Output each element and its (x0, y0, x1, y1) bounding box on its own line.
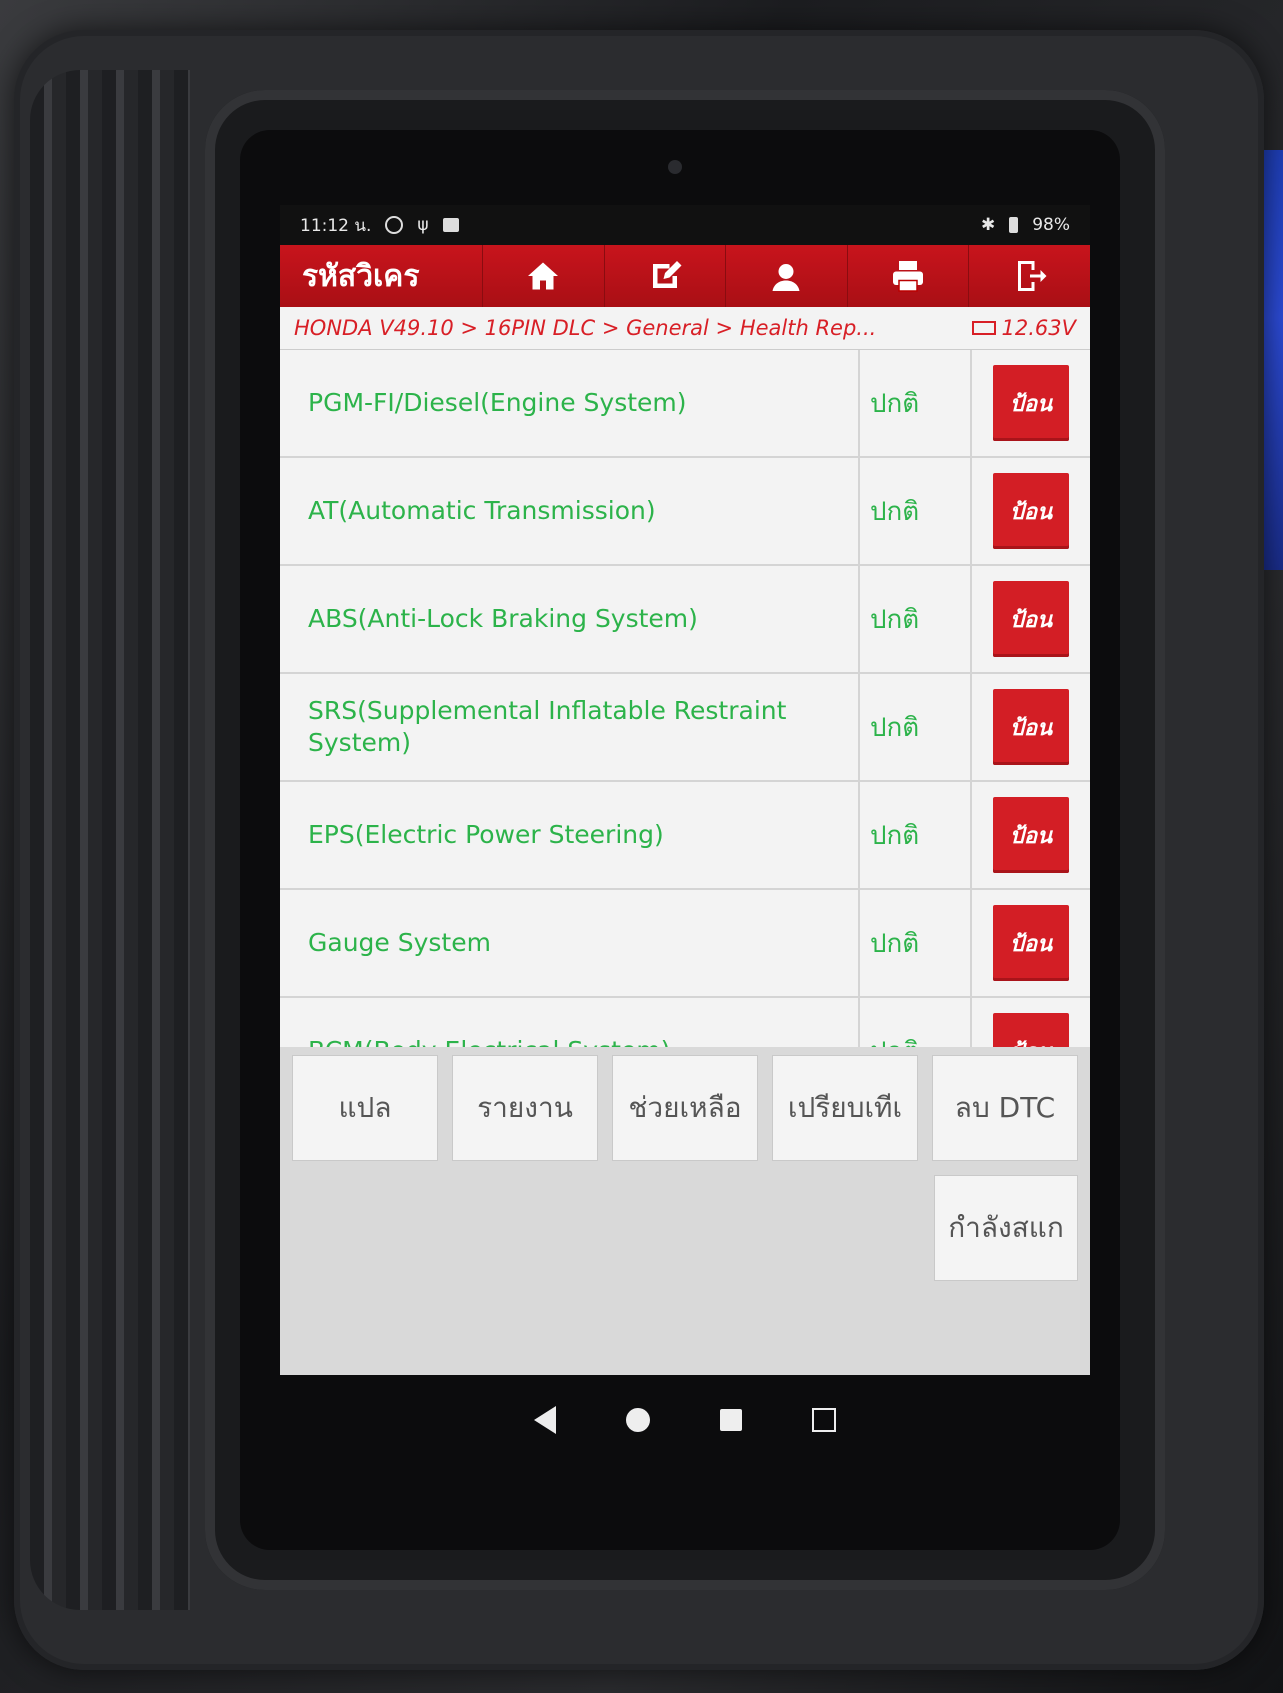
system-name: PGM-FI/Diesel(Engine System) (308, 388, 687, 417)
device-grip (30, 70, 190, 1610)
system-status: ปกติ (858, 566, 972, 672)
battery-level: 98% (1032, 215, 1070, 235)
system-list: PGM-FI/Diesel(Engine System) ปกติ ป้อน A… (280, 350, 1090, 1106)
camera-icon (668, 160, 682, 174)
breadcrumb: HONDA V49.10 > 16PIN DLC > General > Hea… (280, 307, 1090, 350)
system-status: ปกติ (858, 674, 972, 780)
exit-icon (1017, 261, 1047, 291)
print-button[interactable] (846, 245, 969, 307)
tablet-screen: 11:12 น. ψ ✱ 98% รหัสวิเคร HONDA V49.10 (280, 205, 1090, 1375)
screenshot-icon[interactable] (812, 1408, 836, 1432)
edit-report-icon (652, 261, 682, 288)
enter-button[interactable]: ป้อน (993, 797, 1069, 873)
enter-button[interactable]: ป้อน (993, 473, 1069, 549)
usb-icon: ψ (417, 215, 429, 235)
clock: 11:12 น. (300, 215, 372, 236)
system-status: ปกติ (858, 890, 972, 996)
translate-button[interactable]: แปล (292, 1055, 438, 1161)
system-name: Gauge System (308, 928, 491, 957)
back-icon[interactable] (534, 1406, 556, 1434)
user-button[interactable] (725, 245, 847, 307)
edit-report-button[interactable] (603, 245, 726, 307)
system-name: SRS(Supplemental Inflatable Restraint Sy… (308, 696, 787, 757)
voltage-value: 12.63V (1001, 316, 1076, 340)
table-row: Gauge System ปกติ ป้อน (280, 890, 1090, 998)
voltage-indicator: 12.63V (971, 316, 1076, 340)
enter-button[interactable]: ป้อน (993, 905, 1069, 981)
system-status: ปกติ (858, 458, 972, 564)
notification-icon (385, 216, 404, 234)
print-icon (893, 261, 924, 292)
action-bar: แปล รายงาน ช่วยเหลือ เปรียบเทีเ ลบ DTC ก… (280, 1047, 1090, 1375)
app-header: รหัสวิเคร (280, 245, 1090, 307)
home-button[interactable] (482, 245, 604, 307)
help-button[interactable]: ช่วยเหลือ (612, 1055, 758, 1161)
recent-apps-icon[interactable] (720, 1409, 742, 1431)
breadcrumb-path: HONDA V49.10 > 16PIN DLC > General > Hea… (294, 316, 877, 340)
system-status: ปกติ (858, 782, 972, 888)
enter-button[interactable]: ป้อน (993, 689, 1069, 765)
report-button[interactable]: รายงาน (452, 1055, 598, 1161)
home-icon (528, 262, 559, 290)
image-icon (442, 218, 459, 232)
table-row: ABS(Anti-Lock Braking System) ปกติ ป้อน (280, 566, 1090, 674)
system-name: EPS(Electric Power Steering) (308, 820, 664, 849)
user-icon (772, 264, 800, 291)
compare-button[interactable]: เปรียบเทีเ (772, 1055, 918, 1161)
exit-button[interactable] (968, 245, 1090, 307)
home-nav-icon[interactable] (626, 1408, 650, 1432)
enter-button[interactable]: ป้อน (993, 581, 1069, 657)
system-name: AT(Automatic Transmission) (308, 496, 656, 525)
status-bar: 11:12 น. ψ ✱ 98% (280, 205, 1090, 245)
car-battery-icon (971, 321, 996, 335)
bluetooth-icon: ✱ (980, 215, 996, 235)
table-row: AT(Automatic Transmission) ปกติ ป้อน (280, 458, 1090, 566)
table-row: EPS(Electric Power Steering) ปกติ ป้อน (280, 782, 1090, 890)
battery-icon (1009, 217, 1019, 233)
clear-dtc-button[interactable]: ลบ DTC (932, 1055, 1078, 1161)
table-row: SRS(Supplemental Inflatable Restraint Sy… (280, 674, 1090, 782)
page-title: รหัสวิเคร (302, 258, 420, 294)
scanning-button[interactable]: กำลังสแก (934, 1175, 1078, 1281)
system-status: ปกติ (858, 350, 972, 456)
enter-button[interactable]: ป้อน (993, 365, 1069, 441)
system-name: ABS(Anti-Lock Braking System) (308, 604, 698, 633)
table-row: PGM-FI/Diesel(Engine System) ปกติ ป้อน (280, 350, 1090, 458)
android-nav-bar (280, 1375, 1090, 1465)
